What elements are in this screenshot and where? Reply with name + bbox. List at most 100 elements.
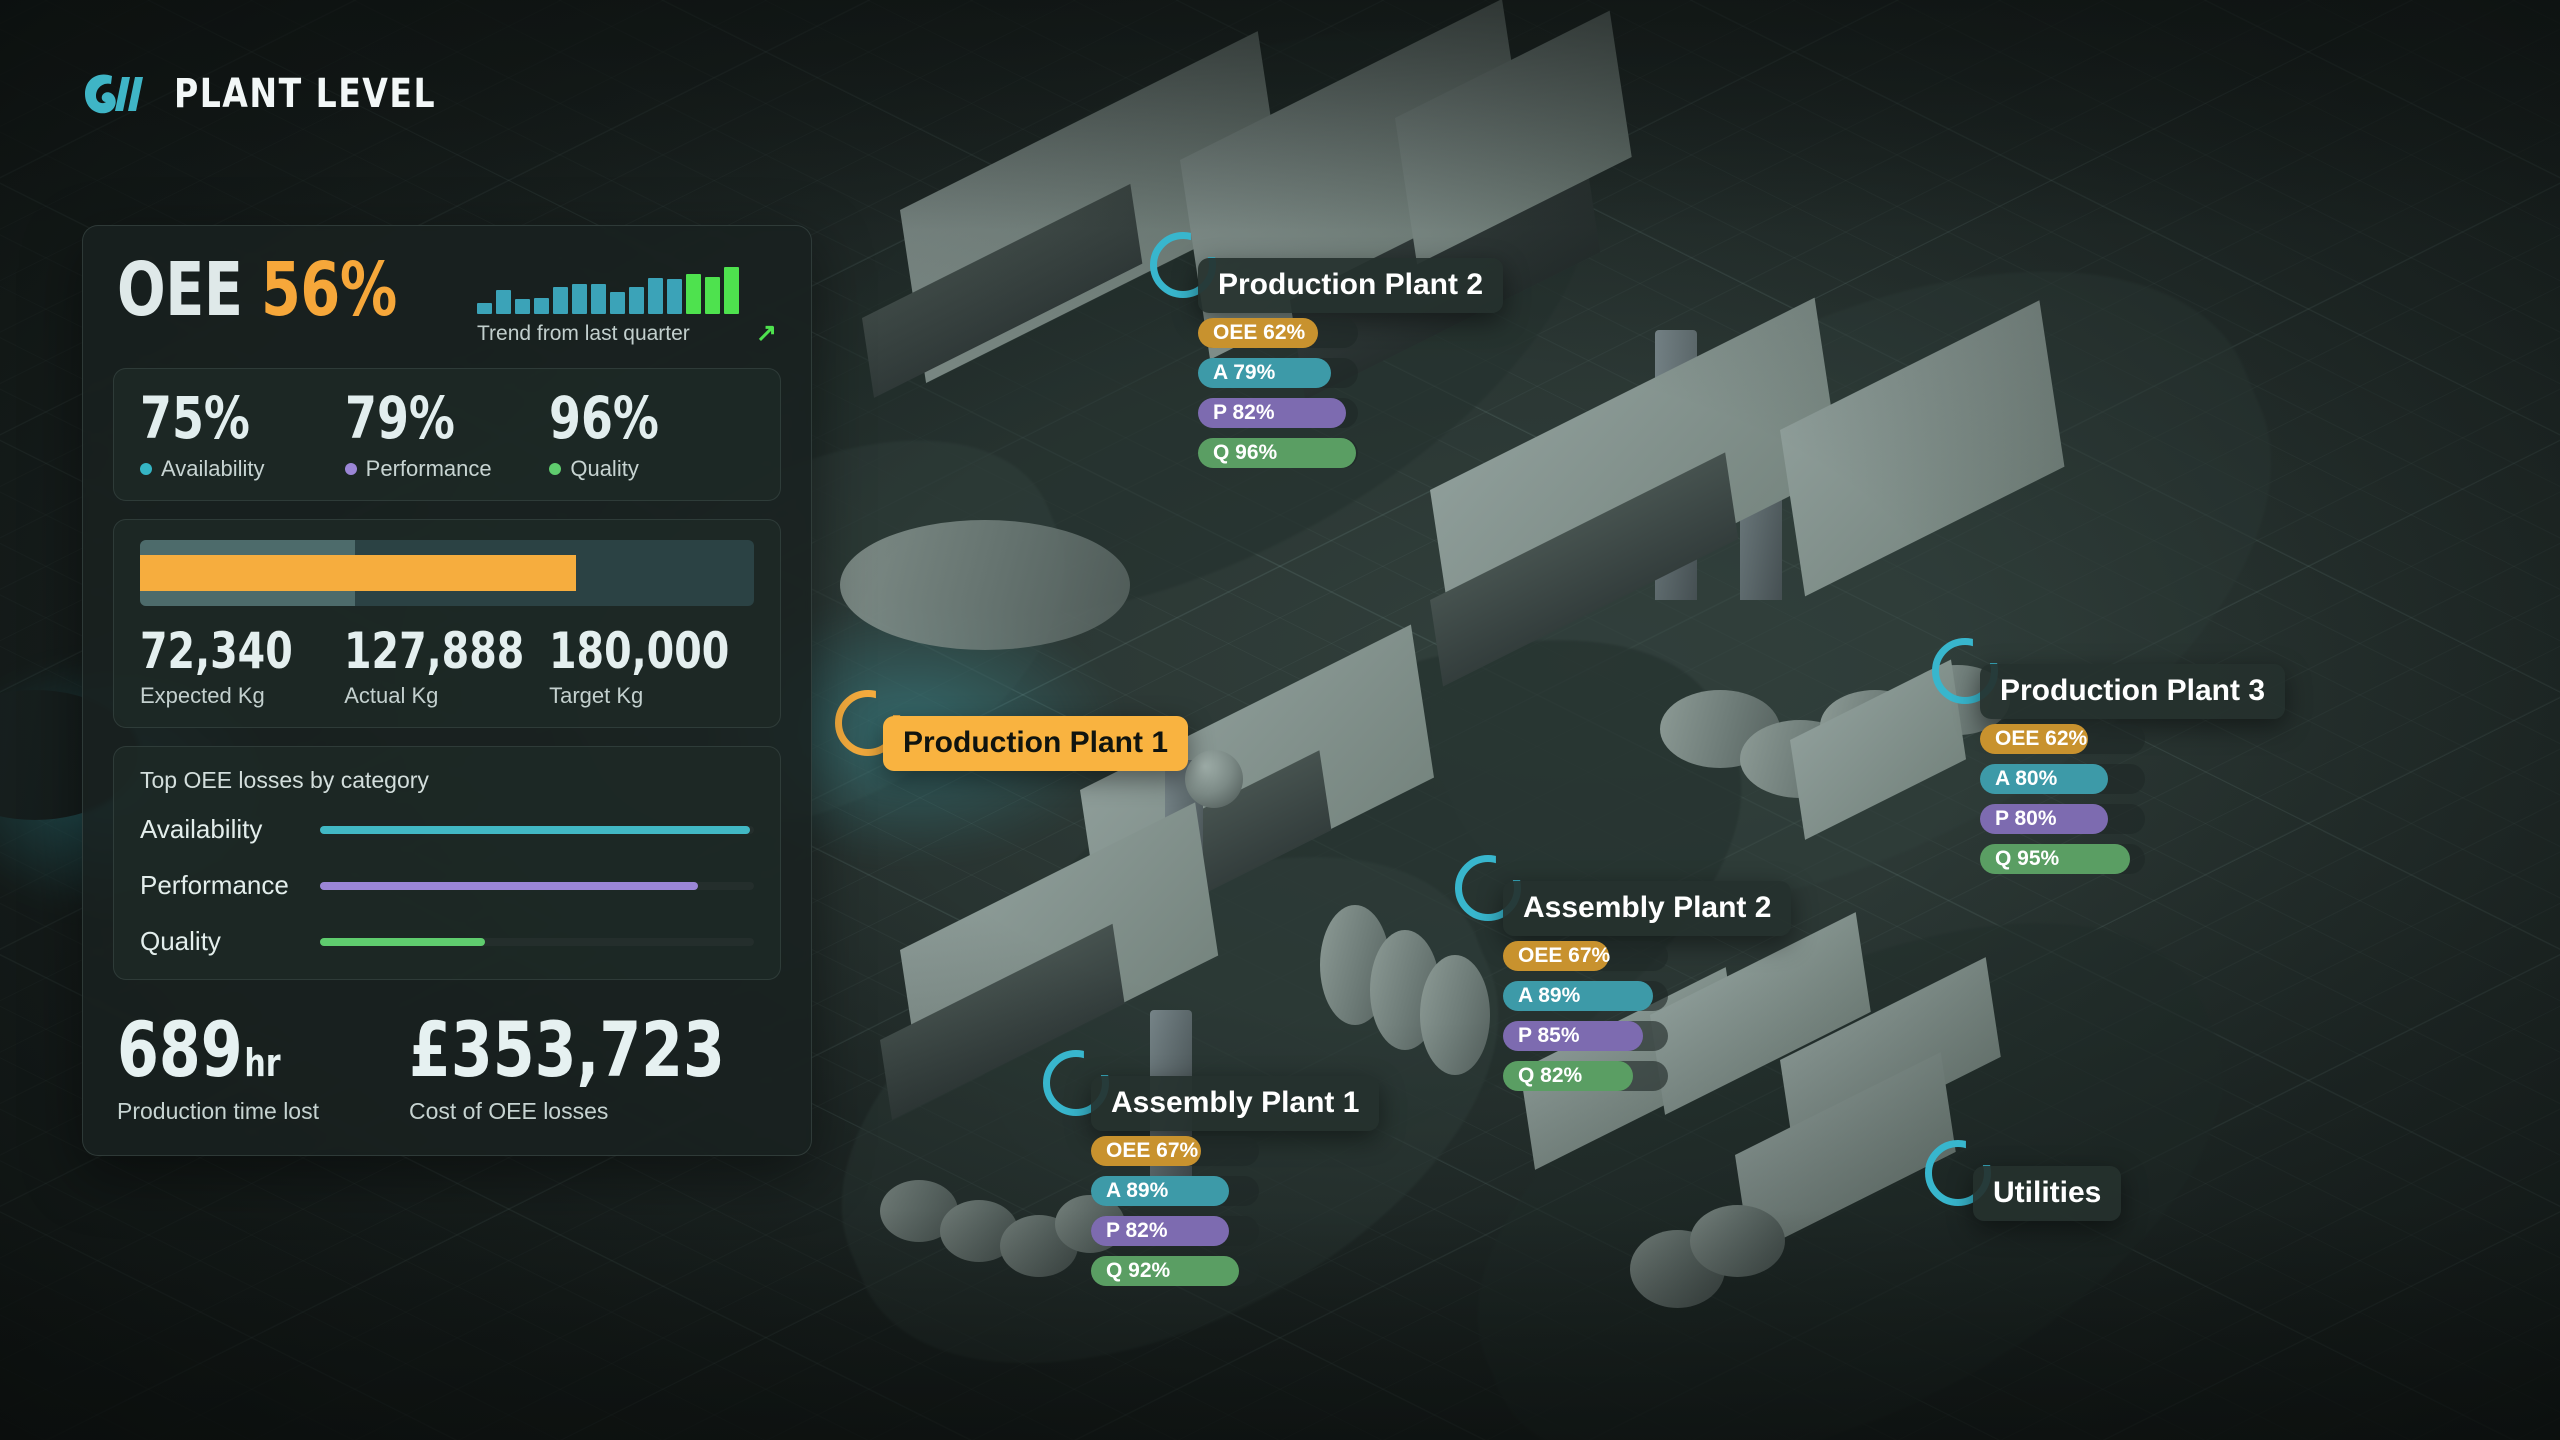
production-figures: 72,340 Expected Kg 127,888 Actual Kg 180,000…	[140, 626, 754, 709]
metric-pill: Q 96%	[1198, 438, 1356, 468]
apq-label-row: Availability	[140, 456, 345, 482]
page-title: PLANT LEVEL	[174, 71, 437, 117]
kpi-unit: hr	[244, 1041, 281, 1085]
production-figure: 127,888 Actual Kg	[344, 626, 549, 709]
sparkline-bar	[686, 274, 701, 314]
actual-segment	[140, 555, 576, 591]
sparkline-bar	[477, 302, 492, 314]
kpi-item: 689 hr Production time lost	[117, 1012, 319, 1125]
oee-headline-row: OEE 56% Trend from last quarter ↗	[113, 252, 781, 368]
sparkline-bar	[648, 277, 663, 314]
swoosh-bars-logo-icon	[82, 70, 148, 118]
loss-name: Availability	[140, 814, 263, 844]
losses-card: Top OEE losses by category Availability P…	[113, 746, 781, 980]
metric-pill: OEE 67%	[1503, 941, 1610, 971]
kpi-label: Cost of OEE losses	[408, 1098, 609, 1124]
loss-track	[320, 825, 754, 834]
sparkline-bar	[591, 283, 606, 314]
figure-value: 72,340	[140, 622, 293, 680]
metric-pill: A 79%	[1198, 358, 1331, 388]
loss-fill	[320, 881, 698, 890]
sparkline-bar	[705, 276, 720, 314]
figure-value: 127,888	[344, 622, 525, 680]
apq-label: Availability	[161, 456, 265, 481]
apq-card: 75% Availability 79% Performance 96% Quality	[113, 368, 781, 501]
production-figure: 180,000 Target Kg	[549, 626, 754, 709]
apq-value: 96%	[549, 384, 660, 452]
trend-caption-row: Trend from last quarter ↗	[477, 321, 777, 346]
sparkline-bar	[610, 292, 625, 314]
loss-track	[320, 937, 754, 946]
marker-label[interactable]: Assembly Plant 1	[1091, 1076, 1380, 1131]
apq-label: Quality	[570, 456, 639, 481]
production-figure: 72,340 Expected Kg	[140, 626, 344, 709]
plant-summary-panel: OEE 56% Trend from last quarter ↗ 75% Ava…	[82, 225, 812, 1156]
metric-pill: OEE 67%	[1091, 1136, 1201, 1166]
apq-metric: 96% Quality	[549, 389, 754, 482]
metric-pill: P 80%	[1980, 804, 2108, 834]
sparkline-bar	[667, 278, 682, 314]
apq-label-row: Performance	[344, 456, 550, 482]
trend-widget: Trend from last quarter ↗	[477, 256, 777, 346]
production-progress-bar	[140, 540, 754, 606]
figure-label: Target Kg	[549, 683, 644, 708]
marker-label[interactable]: Production Plant 1	[883, 716, 1189, 771]
metric-pill: OEE 62%	[1980, 724, 2088, 754]
sparkline-bar	[496, 290, 511, 314]
loss-row: Availability	[140, 814, 754, 845]
apq-label: Performance	[365, 456, 492, 481]
loss-fill	[320, 825, 750, 834]
production-card: 72,340 Expected Kg 127,888 Actual Kg 180,000…	[113, 519, 781, 728]
oee-label: OEE	[117, 247, 243, 333]
apq-metrics: 75% Availability 79% Performance 96% Quality	[140, 389, 754, 482]
metric-pill: P 82%	[1198, 398, 1346, 428]
kpi-value: £353,723	[409, 1012, 727, 1088]
metric-color-dot	[344, 463, 357, 475]
loss-row: Quality	[140, 926, 754, 957]
loss-fill	[320, 937, 485, 946]
oee-value: 56%	[261, 247, 397, 333]
kpi-item: £353,723 Cost of OEE losses	[409, 1012, 770, 1125]
sparkline-bar	[629, 286, 644, 314]
sparkline-bar	[572, 283, 587, 314]
bottom-kpis: 689 hr Production time lost £353,723 Cost of…	[113, 998, 781, 1125]
figure-label: Expected Kg	[140, 683, 265, 708]
apq-value: 79%	[344, 384, 455, 452]
apq-label-row: Quality	[549, 456, 754, 482]
marker-label[interactable]: Assembly Plant 2	[1503, 881, 1792, 936]
metric-pill: Q 92%	[1091, 1256, 1239, 1286]
kpi-number: 689	[117, 1005, 243, 1094]
metric-pill: Q 82%	[1503, 1061, 1633, 1091]
apq-metric: 79% Performance	[344, 384, 550, 482]
metric-pill: OEE 62%	[1198, 318, 1318, 348]
metric-pill: P 85%	[1503, 1021, 1643, 1051]
arrow-up-right-icon: ↗	[756, 319, 777, 347]
figure-label: Actual Kg	[344, 683, 439, 708]
metric-pill: A 89%	[1503, 981, 1653, 1011]
trend-caption: Trend from last quarter	[477, 321, 690, 345]
kpi-value: 689 hr	[117, 1012, 295, 1088]
trend-sparkline	[477, 262, 777, 314]
metric-color-dot	[549, 463, 562, 475]
sparkline-bar	[724, 267, 739, 314]
figure-value: 180,000	[549, 622, 730, 680]
losses-list: Availability Performance Quality	[140, 814, 754, 957]
metric-pill: Q 95%	[1980, 844, 2130, 874]
apq-value: 75%	[140, 384, 250, 452]
sparkline-bar	[515, 299, 530, 314]
marker-label[interactable]: Utilities	[1973, 1166, 2122, 1221]
oee-headline: OEE 56%	[117, 247, 419, 333]
loss-name: Performance	[140, 870, 289, 900]
losses-title: Top OEE losses by category	[140, 767, 429, 793]
loss-row: Performance	[140, 870, 754, 901]
metric-pill: P 82%	[1091, 1216, 1229, 1246]
sparkline-bar	[553, 286, 568, 314]
kpi-label: Production time lost	[117, 1098, 319, 1124]
marker-label[interactable]: Production Plant 2	[1198, 258, 1504, 313]
metric-pill: A 89%	[1091, 1176, 1229, 1206]
sparkline-bar	[534, 298, 549, 314]
loss-name: Quality	[140, 926, 221, 956]
kpi-number: £353,723	[408, 1005, 725, 1094]
app-header: PLANT LEVEL	[82, 70, 459, 118]
marker-label[interactable]: Production Plant 3	[1980, 664, 2286, 719]
